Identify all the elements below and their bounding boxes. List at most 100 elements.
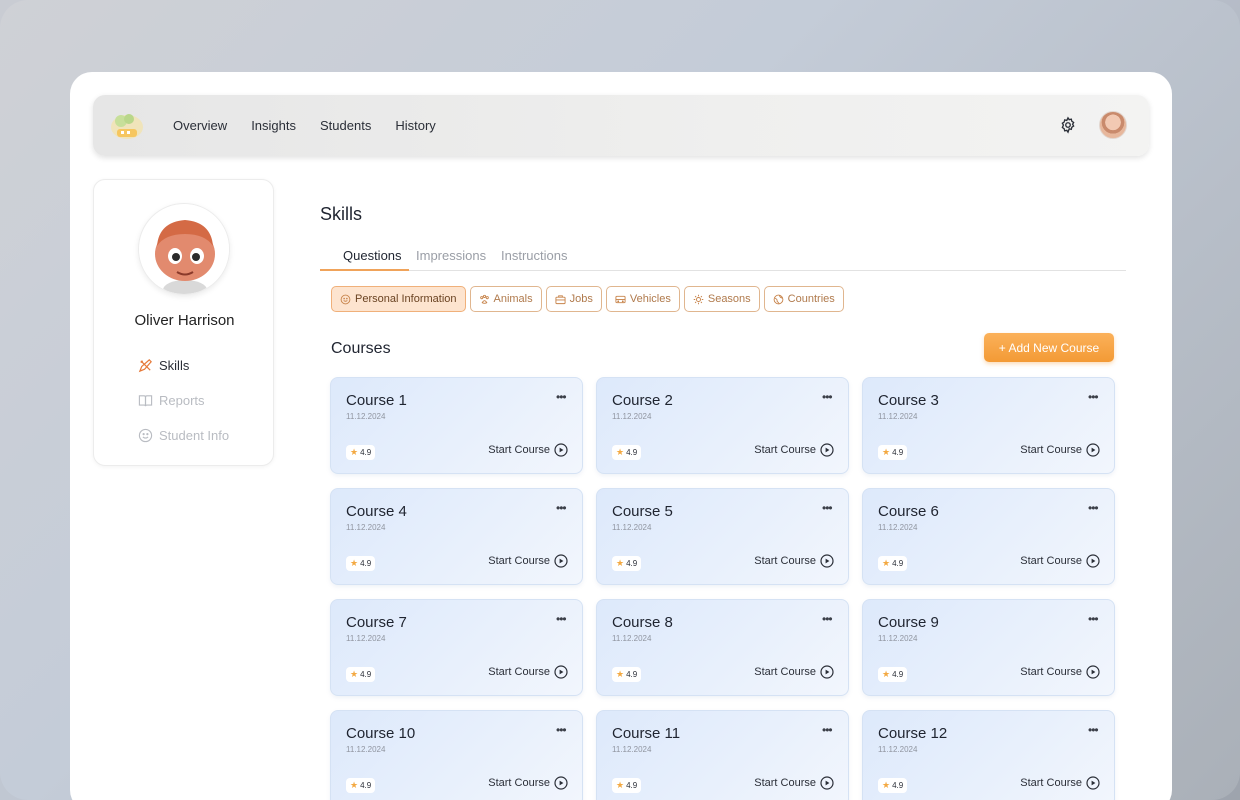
rating-badge: ★ 4.9: [612, 667, 642, 682]
chip-label: Jobs: [569, 293, 593, 305]
course-card[interactable]: Course 11 11.12.2024 ••• ★ 4.9 Start Course: [596, 710, 849, 800]
more-options-icon[interactable]: •••: [1088, 612, 1099, 626]
more-options-icon[interactable]: •••: [1088, 390, 1099, 404]
start-course-label: Start Course: [488, 444, 550, 456]
rating-badge: ★ 4.9: [878, 778, 908, 793]
rating-value: 4.9: [360, 781, 372, 790]
course-card[interactable]: Course 3 11.12.2024 ••• ★ 4.9 Start Course: [862, 377, 1115, 474]
start-course-button[interactable]: Start Course: [1020, 443, 1100, 457]
course-card[interactable]: Course 12 11.12.2024 ••• ★ 4.9 Start Course: [862, 710, 1115, 800]
briefcase-icon: [555, 294, 566, 304]
start-course-button[interactable]: Start Course: [754, 554, 834, 568]
play-circle-icon: [1086, 665, 1100, 679]
start-course-button[interactable]: Start Course: [1020, 665, 1100, 679]
start-course-button[interactable]: Start Course: [488, 443, 568, 457]
chip-animals[interactable]: Animals: [469, 286, 542, 312]
course-card[interactable]: Course 1 11.12.2024 ••• ★ 4.9 Start Course: [330, 377, 583, 474]
chip-seasons[interactable]: Seasons: [683, 286, 760, 312]
more-options-icon[interactable]: •••: [1088, 501, 1099, 515]
active-tab-indicator: [320, 269, 409, 271]
course-date: 11.12.2024: [612, 412, 652, 421]
nav-students[interactable]: Students: [320, 118, 371, 133]
more-options-icon[interactable]: •••: [822, 501, 833, 515]
chip-jobs[interactable]: Jobs: [545, 286, 602, 312]
rating-value: 4.9: [626, 559, 638, 568]
rating-value: 4.9: [892, 559, 904, 568]
chip-label: Personal Information: [355, 293, 457, 305]
play-circle-icon: [820, 665, 834, 679]
rating-value: 4.9: [892, 781, 904, 790]
profile-sidebar: Oliver Harrison Skills Reports Student I…: [93, 179, 274, 466]
nav-overview[interactable]: Overview: [173, 118, 227, 133]
course-date: 11.12.2024: [878, 745, 918, 754]
more-options-icon[interactable]: •••: [822, 390, 833, 404]
course-date: 11.12.2024: [612, 745, 652, 754]
course-card[interactable]: Course 5 11.12.2024 ••• ★ 4.9 Start Course: [596, 488, 849, 585]
start-course-button[interactable]: Start Course: [754, 443, 834, 457]
chip-vehicles[interactable]: Vehicles: [605, 286, 680, 312]
app-window: Overview Insights Students History Olive…: [70, 72, 1172, 800]
sidebar-item-label: Skills: [159, 358, 190, 373]
start-course-button[interactable]: Start Course: [754, 776, 834, 790]
app-logo-icon[interactable]: [109, 109, 145, 143]
sidebar-item-student-info[interactable]: Student Info: [138, 428, 229, 443]
course-card[interactable]: Course 4 11.12.2024 ••• ★ 4.9 Start Course: [330, 488, 583, 585]
course-title: Course 7: [346, 614, 407, 631]
more-options-icon[interactable]: •••: [556, 723, 567, 737]
tab-impressions[interactable]: Impressions: [416, 248, 486, 263]
chip-label: Animals: [493, 293, 533, 305]
start-course-button[interactable]: Start Course: [1020, 776, 1100, 790]
start-course-label: Start Course: [1020, 555, 1082, 567]
rating-value: 4.9: [892, 448, 904, 457]
course-title: Course 2: [612, 392, 673, 409]
nav-insights[interactable]: Insights: [251, 118, 296, 133]
more-options-icon[interactable]: •••: [822, 723, 833, 737]
gear-icon[interactable]: [1059, 116, 1077, 134]
course-card[interactable]: Course 8 11.12.2024 ••• ★ 4.9 Start Course: [596, 599, 849, 696]
top-navbar: Overview Insights Students History: [93, 95, 1149, 156]
tab-questions[interactable]: Questions: [343, 248, 402, 263]
tab-instructions[interactable]: Instructions: [501, 248, 567, 263]
more-options-icon[interactable]: •••: [556, 501, 567, 515]
star-icon: ★: [350, 669, 359, 679]
course-card[interactable]: Course 10 11.12.2024 ••• ★ 4.9 Start Course: [330, 710, 583, 800]
course-card[interactable]: Course 2 11.12.2024 ••• ★ 4.9 Start Course: [596, 377, 849, 474]
course-title: Course 11: [612, 725, 681, 742]
more-options-icon[interactable]: •••: [1088, 723, 1099, 737]
course-date: 11.12.2024: [346, 523, 386, 532]
course-date: 11.12.2024: [878, 523, 918, 532]
rating-value: 4.9: [892, 670, 904, 679]
more-options-icon[interactable]: •••: [556, 390, 567, 404]
rating-badge: ★ 4.9: [346, 778, 376, 793]
more-options-icon[interactable]: •••: [556, 612, 567, 626]
rating-value: 4.9: [360, 559, 372, 568]
course-title: Course 10: [346, 725, 416, 742]
add-new-course-button[interactable]: + Add New Course: [984, 333, 1114, 362]
chip-personal-information[interactable]: Personal Information: [331, 286, 466, 312]
play-circle-icon: [820, 776, 834, 790]
course-card[interactable]: Course 6 11.12.2024 ••• ★ 4.9 Start Course: [862, 488, 1115, 585]
course-date: 11.12.2024: [612, 523, 652, 532]
more-options-icon[interactable]: •••: [822, 612, 833, 626]
sidebar-item-label: Reports: [159, 393, 205, 408]
rating-value: 4.9: [360, 448, 372, 457]
rating-value: 4.9: [626, 781, 638, 790]
courses-heading: Courses: [331, 340, 391, 357]
sidebar-item-skills[interactable]: Skills: [138, 358, 189, 373]
smile-icon: [138, 428, 153, 443]
course-title: Course 4: [346, 503, 407, 520]
course-date: 11.12.2024: [346, 412, 386, 421]
nav-history[interactable]: History: [395, 118, 435, 133]
sidebar-item-reports[interactable]: Reports: [138, 393, 205, 408]
course-card[interactable]: Course 9 11.12.2024 ••• ★ 4.9 Start Course: [862, 599, 1115, 696]
course-card[interactable]: Course 7 11.12.2024 ••• ★ 4.9 Start Course: [330, 599, 583, 696]
start-course-button[interactable]: Start Course: [754, 665, 834, 679]
user-avatar[interactable]: [1099, 111, 1127, 139]
start-course-button[interactable]: Start Course: [488, 776, 568, 790]
chip-countries[interactable]: Countries: [763, 286, 844, 312]
start-course-button[interactable]: Start Course: [488, 665, 568, 679]
course-date: 11.12.2024: [346, 634, 386, 643]
start-course-button[interactable]: Start Course: [488, 554, 568, 568]
start-course-button[interactable]: Start Course: [1020, 554, 1100, 568]
play-circle-icon: [820, 443, 834, 457]
